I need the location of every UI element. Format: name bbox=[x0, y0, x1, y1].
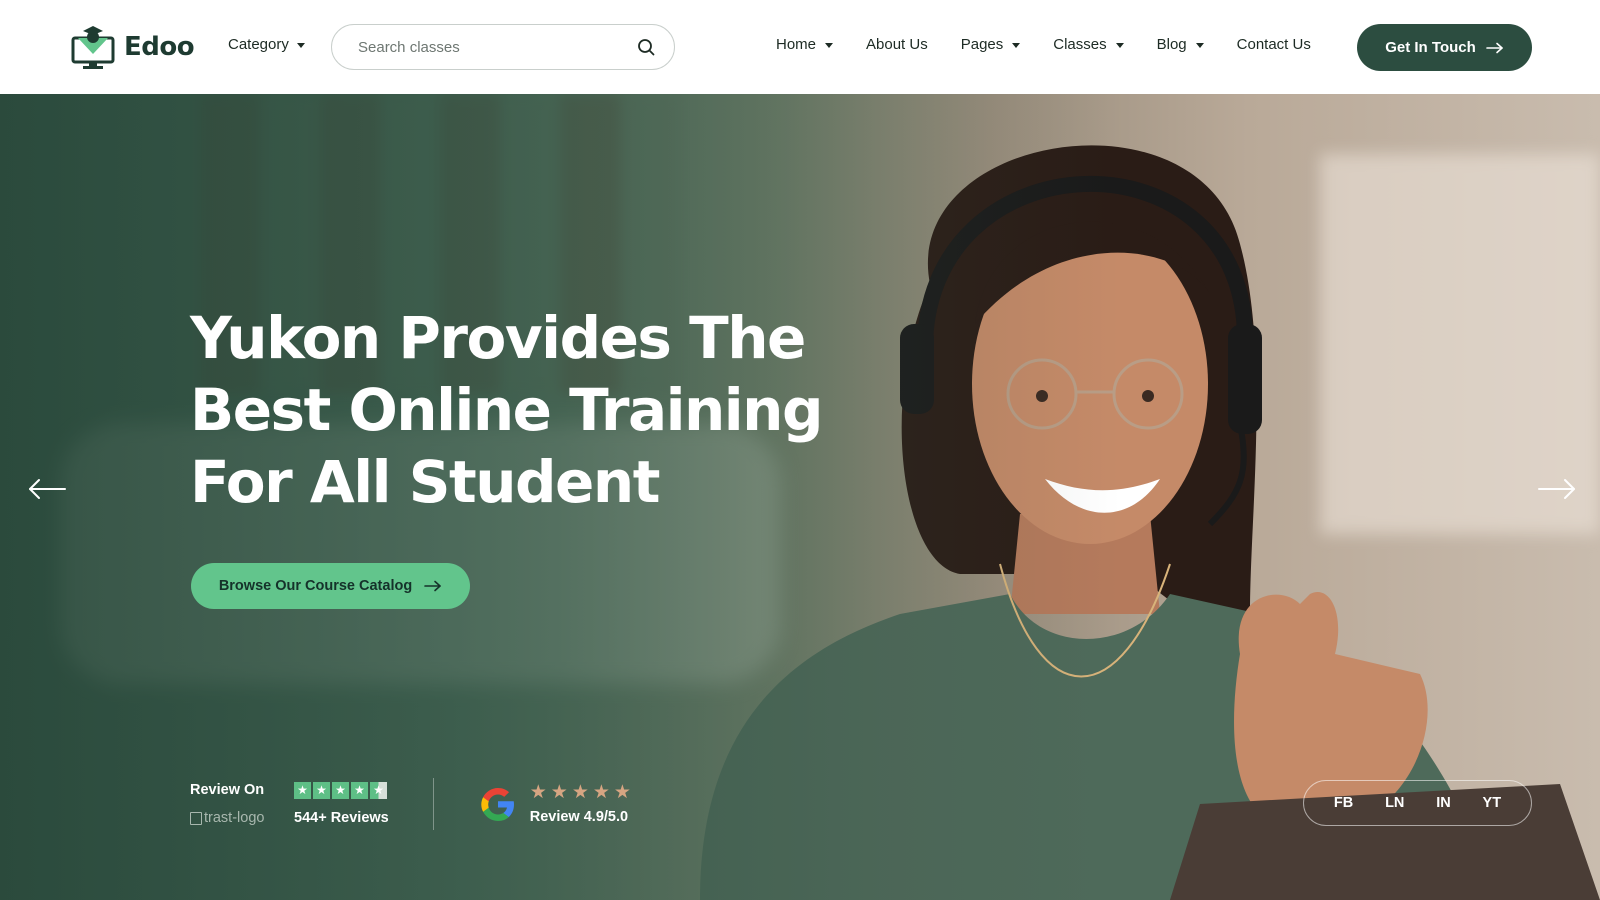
nav-label: Pages bbox=[960, 36, 1004, 53]
category-dropdown[interactable]: Category bbox=[228, 36, 305, 53]
headline-line: Best Online Training bbox=[190, 376, 823, 444]
arrow-right-icon bbox=[1485, 42, 1503, 53]
star-icon: ★ bbox=[550, 782, 568, 803]
reviews-bar: Review On ★ ★ ★ ★ ★ trast-logo 544+ Revi… bbox=[190, 778, 631, 830]
nav-label: Home bbox=[776, 36, 817, 53]
nav-label: Classes bbox=[1053, 36, 1107, 53]
search-input[interactable] bbox=[358, 38, 636, 56]
nav-item-contact-us[interactable]: Contact Us bbox=[1237, 36, 1311, 53]
nav-item-blog[interactable]: Blog bbox=[1157, 36, 1204, 53]
social-link-linkedin[interactable]: LN bbox=[1385, 795, 1404, 811]
browse-catalog-button[interactable]: Browse Our Course Catalog bbox=[191, 563, 470, 609]
star-icon: ★ bbox=[332, 781, 349, 799]
brand-logo[interactable]: Edoo bbox=[70, 24, 195, 70]
google-review-details: ★ ★ ★ ★ ★ Review 4.9/5.0 bbox=[529, 783, 631, 826]
category-label: Category bbox=[228, 36, 289, 53]
half-star-icon: ★ bbox=[370, 781, 387, 799]
trust-logo: trast-logo bbox=[190, 810, 294, 826]
social-link-instagram[interactable]: IN bbox=[1436, 795, 1451, 811]
social-link-youtube[interactable]: YT bbox=[1483, 795, 1502, 811]
nav-label: Contact Us bbox=[1236, 36, 1311, 53]
star-icon: ★ bbox=[294, 781, 311, 799]
graduate-monitor-icon bbox=[71, 26, 115, 69]
nav-item-home[interactable]: Home bbox=[776, 36, 834, 53]
nav-label: About Us bbox=[866, 36, 928, 53]
arrow-right-icon bbox=[424, 580, 441, 592]
review-on-label: Review On bbox=[190, 782, 265, 798]
social-links: FB LN IN YT bbox=[1303, 780, 1532, 826]
search-icon[interactable] bbox=[636, 37, 656, 57]
star-icon: ★ bbox=[529, 782, 547, 803]
star-icon: ★ bbox=[351, 781, 368, 799]
star-icon: ★ bbox=[571, 782, 589, 803]
chevron-down-icon bbox=[1012, 43, 1021, 48]
chevron-down-icon bbox=[1115, 43, 1124, 48]
brand-name: Edoo bbox=[124, 32, 195, 62]
headline-line: For All Student bbox=[190, 448, 660, 516]
browse-catalog-label: Browse Our Course Catalog bbox=[218, 578, 413, 594]
site-header: Edoo Category Home About Us Pages Classe… bbox=[0, 0, 1600, 94]
get-in-touch-label: Get In Touch bbox=[1385, 39, 1476, 56]
google-score: Review 4.9/5.0 bbox=[529, 809, 629, 825]
star-icon: ★ bbox=[613, 782, 631, 803]
google-stars: ★ ★ ★ ★ ★ bbox=[530, 783, 631, 803]
hero-headline: Yukon Provides The Best Online Training … bbox=[190, 302, 823, 518]
broken-image-icon bbox=[190, 811, 202, 825]
reviews-count: 544+ Reviews bbox=[294, 810, 389, 826]
hero-section: Yukon Provides The Best Online Training … bbox=[0, 94, 1600, 900]
trust-logo-alt: trast-logo bbox=[204, 810, 265, 826]
headline-line: Yukon Provides The bbox=[190, 304, 806, 372]
main-nav: Home About Us Pages Classes Blog Contact… bbox=[776, 36, 1311, 53]
nav-item-classes[interactable]: Classes bbox=[1053, 36, 1124, 53]
chevron-down-icon bbox=[825, 43, 834, 48]
google-review: ★ ★ ★ ★ ★ Review 4.9/5.0 bbox=[478, 783, 631, 825]
divider bbox=[432, 778, 434, 830]
nav-item-pages[interactable]: Pages bbox=[961, 36, 1021, 53]
get-in-touch-button[interactable]: Get In Touch bbox=[1357, 24, 1532, 71]
arrow-left-icon[interactable] bbox=[27, 477, 67, 501]
arrow-right-icon[interactable] bbox=[1537, 477, 1577, 501]
star-icon: ★ bbox=[592, 782, 610, 803]
google-icon bbox=[481, 788, 514, 821]
chevron-down-icon bbox=[1195, 43, 1204, 48]
nav-item-about-us[interactable]: About Us bbox=[866, 36, 928, 53]
trustpilot-stars: ★ ★ ★ ★ ★ bbox=[294, 781, 389, 799]
chevron-down-icon bbox=[296, 43, 305, 48]
social-link-facebook[interactable]: FB bbox=[1334, 795, 1353, 811]
star-icon: ★ bbox=[313, 781, 330, 799]
search-box bbox=[331, 24, 675, 70]
nav-label: Blog bbox=[1156, 36, 1187, 53]
trustpilot-review: Review On ★ ★ ★ ★ ★ trast-logo 544+ Revi… bbox=[190, 778, 389, 830]
